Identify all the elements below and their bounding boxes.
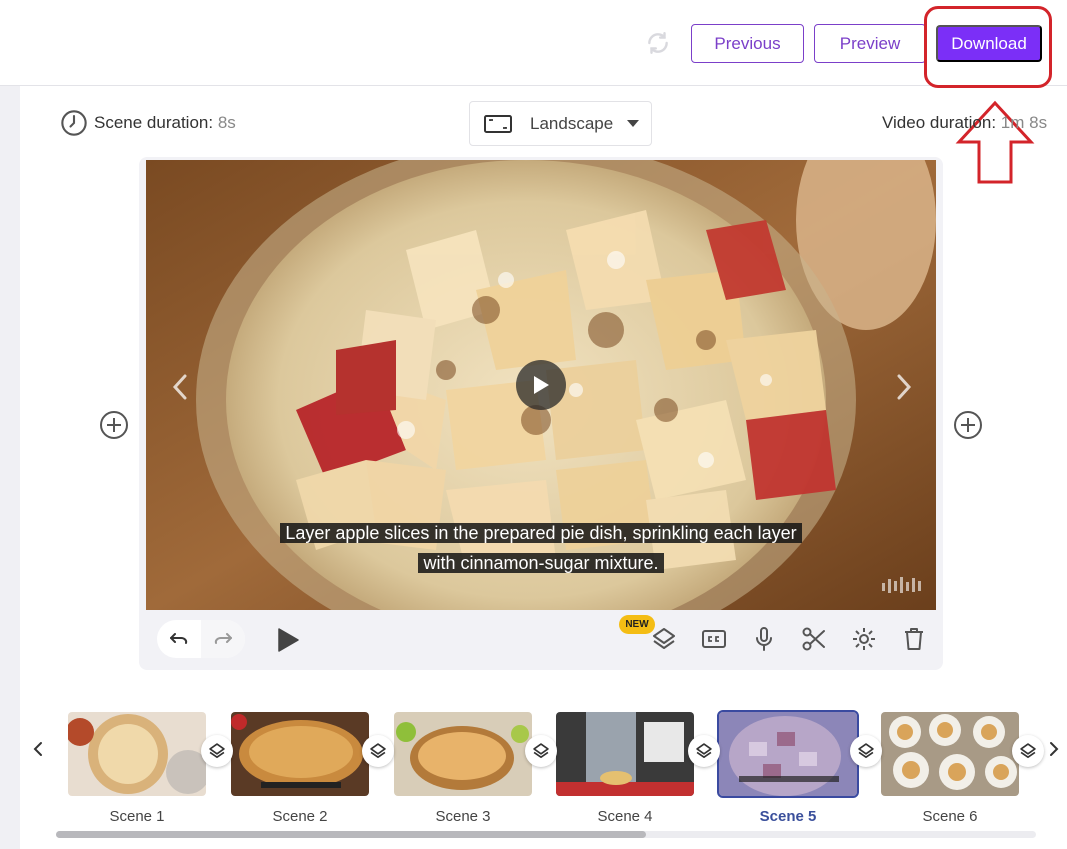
scene-thumbnail-6[interactable] <box>881 712 1019 796</box>
video-duration-label: Video duration: <box>882 113 997 132</box>
scene-thumbnail-1[interactable] <box>68 712 206 796</box>
left-panel-edge <box>0 86 20 849</box>
orientation-dropdown[interactable]: Landscape <box>469 101 652 146</box>
scene-strip-scrollbar-thumb[interactable] <box>56 831 646 838</box>
scene-6-label: Scene 6 <box>922 808 978 825</box>
top-bar: Previous Preview Download <box>0 0 1067 86</box>
undo-redo-group <box>157 620 245 658</box>
video-play-button[interactable] <box>516 360 566 410</box>
new-badge: NEW <box>619 615 655 634</box>
scene-thumbnail-2[interactable] <box>231 712 369 796</box>
strip-chevron-right-icon[interactable] <box>1048 740 1060 758</box>
scene-6-layers-button[interactable] <box>1012 735 1044 767</box>
layers-icon <box>209 743 225 759</box>
scene-2-label: Scene 2 <box>272 808 328 825</box>
scene-duration-label: Scene duration: <box>94 113 214 132</box>
chevron-left-icon[interactable] <box>170 372 190 402</box>
scene-duration-value: 8s <box>217 113 236 132</box>
strip-chevron-left-icon[interactable] <box>32 740 44 758</box>
editor-page: Previous Preview Download Scene duration… <box>0 0 1067 849</box>
scene-1-layers-button[interactable] <box>201 735 233 767</box>
scene-thumbnail-5[interactable] <box>717 710 859 798</box>
chevron-right-icon[interactable] <box>894 372 914 402</box>
video-duration: Video duration: 1m 8s <box>882 113 1047 133</box>
scene-thumbnail-3[interactable] <box>394 712 532 796</box>
scene-5-label: Scene 5 <box>759 808 817 825</box>
scene-1-label: Scene 1 <box>109 808 165 825</box>
orientation-label: Landscape <box>530 113 614 133</box>
scene-duration: Scene duration: 8s <box>94 113 236 133</box>
layers-icon[interactable] <box>651 626 677 652</box>
add-scene-after-icon[interactable] <box>953 410 983 440</box>
layers-icon <box>370 743 386 759</box>
scene-thumbnail-4[interactable] <box>556 712 694 796</box>
microphone-icon[interactable] <box>751 626 777 652</box>
clock-icon <box>61 110 87 136</box>
landscape-icon <box>484 114 512 133</box>
video-duration-value: 1m 8s <box>1000 113 1048 132</box>
redo-button[interactable] <box>201 620 245 658</box>
add-scene-before-icon[interactable] <box>99 410 129 440</box>
scene-4-label: Scene 4 <box>597 808 653 825</box>
scene-6-image <box>881 712 1019 796</box>
layers-icon <box>858 743 874 759</box>
scene-4-image <box>556 712 694 796</box>
scene-2-image <box>231 712 369 796</box>
video-caption: Layer apple slices in the prepared pie d… <box>146 518 936 578</box>
caption-line-1: Layer apple slices in the prepared pie d… <box>280 523 802 543</box>
scene-1-image <box>68 712 206 796</box>
scene-3-image <box>394 712 532 796</box>
download-button[interactable]: Download <box>936 25 1042 62</box>
scene-3-layers-button[interactable] <box>525 735 557 767</box>
scene-2-layers-button[interactable] <box>362 735 394 767</box>
redo-icon <box>214 633 232 644</box>
refresh-icon[interactable] <box>645 30 671 56</box>
previous-button[interactable]: Previous <box>691 24 804 63</box>
play-scene-icon[interactable] <box>276 628 300 652</box>
gear-icon[interactable] <box>851 626 877 652</box>
undo-icon <box>170 633 188 644</box>
trash-icon[interactable] <box>901 626 927 652</box>
scene-5-image <box>719 712 857 796</box>
layers-icon <box>696 743 712 759</box>
audio-wave-icon <box>882 577 921 593</box>
preview-button[interactable]: Preview <box>814 24 926 63</box>
play-icon <box>534 376 549 394</box>
scene-5-layers-button[interactable] <box>850 735 882 767</box>
layers-icon <box>1020 743 1036 759</box>
undo-button[interactable] <box>157 620 201 658</box>
layers-icon <box>533 743 549 759</box>
caption-line-2: with cinnamon-sugar mixture. <box>418 553 664 573</box>
scissors-icon[interactable] <box>801 626 827 652</box>
scene-4-layers-button[interactable] <box>688 735 720 767</box>
closed-captions-icon[interactable] <box>701 626 727 652</box>
caret-down-icon <box>627 119 640 127</box>
scene-3-label: Scene 3 <box>435 808 491 825</box>
